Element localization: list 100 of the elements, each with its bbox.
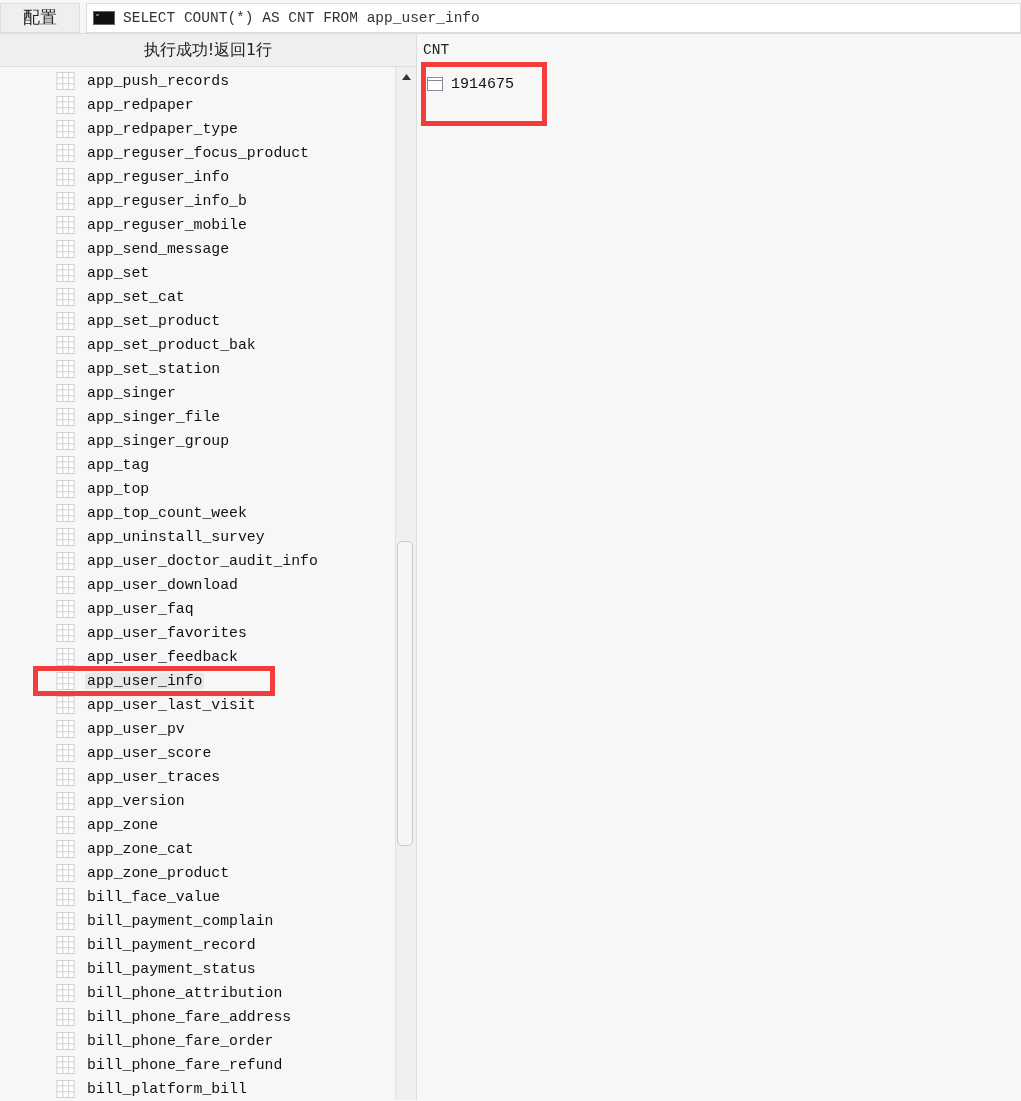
table-name: app_zone [86, 817, 160, 833]
table-name: bill_face_value [86, 889, 222, 905]
table-list-item[interactable]: bill_phone_fare_refund [56, 1056, 285, 1074]
table-list-item[interactable]: bill_phone_attribution [56, 984, 285, 1002]
table-name: bill_payment_record [86, 937, 257, 953]
table-icon [56, 408, 75, 426]
table-icon [56, 864, 75, 882]
table-list-item[interactable]: app_zone_cat [56, 840, 196, 858]
table-name: app_user_score [86, 745, 213, 761]
table-list-item[interactable]: bill_payment_status [56, 960, 258, 978]
table-list-item[interactable]: app_set [56, 264, 152, 282]
table-list-item[interactable]: bill_platform_bill [56, 1080, 249, 1098]
table-name: app_user_download [86, 577, 239, 593]
table-icon [56, 600, 75, 618]
table-list-item[interactable]: app_user_pv [56, 720, 187, 738]
table-list-item[interactable]: app_singer_group [56, 432, 232, 450]
table-list-item[interactable]: app_set_product_bak [56, 336, 258, 354]
scrollbar[interactable] [395, 67, 416, 1100]
table-list-item[interactable]: app_set_station [56, 360, 223, 378]
table-name: bill_payment_complain [86, 913, 275, 929]
table-list-item[interactable]: app_redpaper [56, 96, 196, 114]
table-list-item[interactable]: bill_face_value [56, 888, 223, 906]
table-icon [56, 912, 75, 930]
table-list-item[interactable]: app_user_info [56, 672, 205, 690]
table-list-item[interactable]: app_user_feedback [56, 648, 240, 666]
table-list-item[interactable]: app_tag [56, 456, 152, 474]
table-name: bill_phone_attribution [86, 985, 284, 1001]
table-list-item[interactable]: app_push_records [56, 72, 232, 90]
table-icon [56, 528, 75, 546]
table-list-item[interactable]: app_set_product [56, 312, 223, 330]
table-list-item[interactable]: app_top [56, 480, 152, 498]
table-list-item[interactable]: bill_payment_record [56, 936, 258, 954]
table-list-item[interactable]: app_user_doctor_audit_info [56, 552, 320, 570]
table-icon [56, 840, 75, 858]
table-icon [56, 576, 75, 594]
table-icon [56, 264, 75, 282]
table-list-item[interactable]: app_user_download [56, 576, 240, 594]
table-icon [56, 1080, 75, 1098]
table-name: app_user_feedback [86, 649, 239, 665]
scroll-up-icon[interactable] [402, 74, 411, 80]
table-list-item[interactable]: app_user_faq [56, 600, 196, 618]
table-name: app_singer_file [86, 409, 222, 425]
table-name: app_user_last_visit [86, 697, 257, 713]
table-icon [56, 504, 75, 522]
table-name: app_top_count_week [86, 505, 248, 521]
table-name: app_user_info [85, 673, 205, 689]
table-list-item[interactable]: app_zone [56, 816, 161, 834]
table-icon [56, 312, 75, 330]
table-icon [56, 240, 75, 258]
table-list-item[interactable]: app_reguser_info_b [56, 192, 249, 210]
table-list-item[interactable]: app_user_last_visit [56, 696, 258, 714]
table-list-item[interactable]: app_reguser_mobile [56, 216, 249, 234]
table-name: app_zone_cat [86, 841, 195, 857]
table-list-item[interactable]: bill_payment_complain [56, 912, 276, 930]
table-icon [56, 288, 75, 306]
status-message: 执行成功!返回1行 [0, 34, 416, 67]
scrollbar-thumb[interactable] [397, 541, 413, 846]
table-list-item[interactable]: app_version [56, 792, 187, 810]
table-name: app_zone_product [86, 865, 231, 881]
table-icon [56, 768, 75, 786]
table-icon [56, 168, 75, 186]
table-name: bill_phone_fare_order [86, 1033, 275, 1049]
table-name: app_user_pv [86, 721, 186, 737]
table-icon [56, 552, 75, 570]
table-icon [56, 96, 75, 114]
table-list-item[interactable]: app_send_message [56, 240, 232, 258]
table-name: app_tag [86, 457, 151, 473]
table-list-item[interactable]: bill_phone_fare_address [56, 1008, 294, 1026]
table-icon [56, 456, 75, 474]
table-list-item[interactable]: app_redpaper_type [56, 120, 240, 138]
table-icon [56, 120, 75, 138]
config-button[interactable]: 配置 [0, 2, 80, 33]
table-icon [56, 384, 75, 402]
table-icon [56, 432, 75, 450]
table-list-item[interactable]: app_singer [56, 384, 178, 402]
table-icon [56, 1008, 75, 1026]
table-name: app_set_cat [86, 289, 186, 305]
table-name: app_redpaper_type [86, 121, 239, 137]
table-icon [56, 672, 75, 690]
table-cell: 1914675 [451, 76, 514, 93]
table-list-item[interactable]: app_set_cat [56, 288, 187, 306]
table-icon [56, 192, 75, 210]
table-name: app_user_faq [86, 601, 195, 617]
table-name: bill_phone_fare_address [86, 1009, 293, 1025]
table-list-item[interactable]: app_user_score [56, 744, 214, 762]
table-list-item[interactable]: bill_phone_fare_order [56, 1032, 276, 1050]
table-list-item[interactable]: app_reguser_info [56, 168, 232, 186]
table-list-item[interactable]: app_user_traces [56, 768, 223, 786]
table-list-item[interactable]: app_uninstall_survey [56, 528, 267, 546]
table-name: app_singer_group [86, 433, 231, 449]
query-field[interactable]: SELECT COUNT(*) AS CNT FROM app_user_info [86, 2, 1021, 33]
table-list-item[interactable]: app_singer_file [56, 408, 223, 426]
table-list-item[interactable]: app_top_count_week [56, 504, 249, 522]
table-list-item[interactable]: app_reguser_focus_product [56, 144, 311, 162]
table-name: app_user_favorites [86, 625, 248, 641]
table-icon [56, 888, 75, 906]
table-list-item[interactable]: app_user_favorites [56, 624, 249, 642]
table-name: app_set_station [86, 361, 222, 377]
table-list-item[interactable]: app_zone_product [56, 864, 232, 882]
table-icon [56, 1056, 75, 1074]
